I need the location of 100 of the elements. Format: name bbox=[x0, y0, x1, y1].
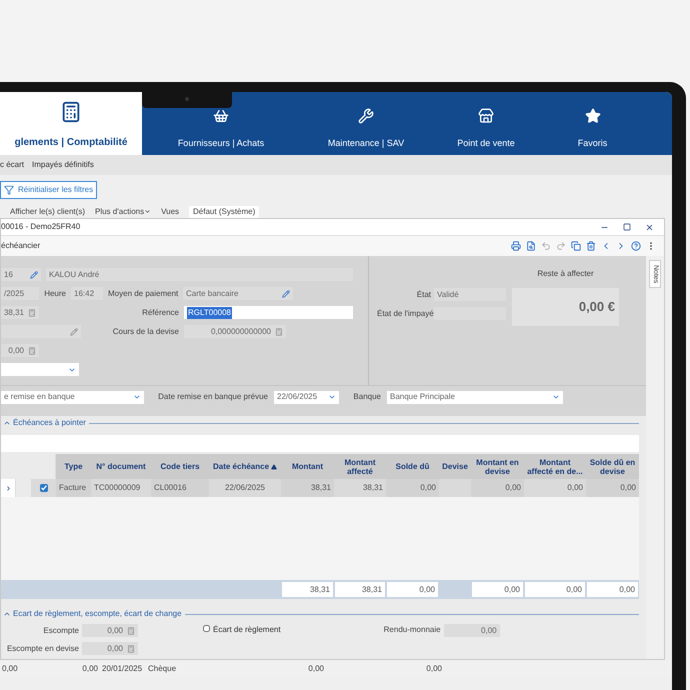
column-header[interactable]: Type bbox=[56, 454, 91, 479]
text-field[interactable]: Banque Principale bbox=[387, 390, 563, 404]
row-checkbox[interactable] bbox=[40, 484, 48, 492]
text-field[interactable]: 0,00 bbox=[444, 624, 500, 637]
text-field[interactable]: /2025 bbox=[1, 287, 39, 300]
toolbar-label: échéancier bbox=[1, 240, 40, 252]
table-cell: 0,00 bbox=[386, 479, 439, 497]
field-label: Référence bbox=[141, 306, 179, 318]
field-label: Heure bbox=[44, 288, 66, 300]
text-field[interactable]: 0,00 bbox=[82, 642, 138, 655]
dropdown-caret-icon[interactable] bbox=[133, 393, 141, 401]
text-field[interactable]: Validé bbox=[434, 288, 506, 301]
table-cell: 0,00 bbox=[471, 479, 524, 497]
list-cell-text: 0,00 bbox=[425, 663, 443, 675]
text-field[interactable]: e remise en banque bbox=[1, 390, 144, 404]
column-header[interactable]: Solde dû bbox=[386, 454, 439, 479]
table-cell: CL00016 bbox=[151, 479, 209, 497]
pencil-icon[interactable] bbox=[70, 328, 78, 336]
field-label: État de l'impayé bbox=[377, 308, 431, 320]
column-header[interactable]: Devise bbox=[439, 454, 471, 479]
calculator-icon[interactable] bbox=[127, 626, 135, 634]
select-field[interactable] bbox=[1, 363, 79, 376]
print-icon[interactable] bbox=[511, 241, 521, 251]
column-header[interactable]: Date échéance bbox=[209, 454, 281, 479]
total-cell: 0,00 bbox=[472, 582, 523, 597]
total-cell: 0,00 bbox=[387, 582, 438, 597]
text-field[interactable]: 0,00 bbox=[82, 624, 138, 637]
list-cell-text: 20/01/2025 bbox=[101, 663, 144, 675]
close-icon[interactable] bbox=[645, 222, 654, 232]
sub-menu-item[interactable]: Impayés définitifs bbox=[32, 159, 94, 171]
calculator-icon[interactable] bbox=[275, 328, 283, 336]
field-label: Escompte bbox=[42, 624, 79, 636]
table-cell: 0,00 bbox=[586, 479, 639, 497]
calculator-icon[interactable] bbox=[127, 644, 135, 652]
pencil-icon[interactable] bbox=[282, 290, 290, 298]
nav-tab[interactable]: glements | Comptabilité bbox=[0, 92, 142, 155]
help-icon[interactable] bbox=[631, 241, 641, 251]
total-cell: 0,00 bbox=[587, 582, 638, 597]
section-header[interactable]: Échéances à pointer bbox=[3, 417, 86, 429]
sub-menu-item[interactable]: c écart bbox=[0, 159, 24, 171]
column-header[interactable]: Montant en devise bbox=[471, 454, 524, 479]
text-field[interactable]: KALOU André bbox=[46, 268, 353, 281]
text-field[interactable]: 16:42 bbox=[71, 287, 103, 300]
section-header[interactable]: Ecart de règlement, escompte, écart de change bbox=[3, 608, 182, 620]
field-label: Rendu-monnaie bbox=[382, 624, 441, 636]
total-cell: 38,31 bbox=[282, 582, 333, 597]
table-cell: 38,31 bbox=[281, 479, 334, 497]
preview-icon[interactable] bbox=[526, 241, 536, 251]
table-cell: 22/06/2025 bbox=[209, 479, 281, 497]
field-label: Cours de la devise bbox=[112, 326, 179, 338]
list-cell-text: 0,00 bbox=[307, 663, 325, 675]
text-field[interactable] bbox=[1, 325, 81, 338]
calculator-icon bbox=[60, 101, 82, 123]
collapse-icon bbox=[3, 419, 11, 427]
table-cell: 0,00 bbox=[524, 479, 586, 497]
field-label: Moyen de paiement bbox=[108, 288, 178, 300]
dropdown-caret-icon[interactable] bbox=[552, 393, 560, 401]
text-field[interactable]: 38,31 bbox=[1, 306, 39, 319]
caret-icon bbox=[144, 208, 152, 215]
text-field[interactable]: RGLT00008 bbox=[184, 306, 353, 319]
table-cell: Facture bbox=[56, 479, 91, 497]
column-header[interactable]: Montant affecté bbox=[334, 454, 386, 479]
remaining-amount: 0,00 € bbox=[512, 288, 619, 326]
text-field[interactable]: Carte bancaire bbox=[183, 287, 293, 300]
column-header[interactable]: N° document bbox=[91, 454, 151, 479]
column-header[interactable]: Montant bbox=[281, 454, 334, 479]
column-header[interactable]: Montant affecté en de... bbox=[524, 454, 586, 479]
list-cell-text: 0,00 bbox=[81, 663, 99, 675]
text-field[interactable]: 0,00 bbox=[1, 344, 39, 357]
maximize-icon[interactable] bbox=[623, 222, 631, 230]
view-select[interactable]: Défaut (Système) bbox=[189, 206, 260, 218]
checkbox[interactable] bbox=[203, 625, 210, 632]
filter-icon bbox=[4, 185, 14, 195]
reset-filters-button[interactable]: Réinitialiser les filtres bbox=[0, 181, 98, 199]
text-field[interactable]: 0,000000000000 bbox=[184, 325, 286, 338]
table-cell: TC00000009 bbox=[91, 479, 151, 497]
calculator-icon[interactable] bbox=[28, 308, 36, 316]
text-field[interactable]: 22/06/2025 bbox=[274, 390, 339, 404]
row-expander-icon[interactable] bbox=[4, 484, 12, 492]
more-actions-menu[interactable]: Plus d'actions bbox=[94, 206, 152, 218]
views-label: Vues bbox=[161, 206, 180, 218]
copy-icon[interactable] bbox=[571, 241, 581, 251]
field-label: État bbox=[416, 288, 431, 300]
dropdown-caret-icon[interactable] bbox=[328, 393, 336, 401]
field-label: Banque bbox=[352, 391, 381, 403]
calculator-icon[interactable] bbox=[28, 346, 36, 354]
show-clients-link[interactable]: Afficher le(s) client(s) bbox=[10, 206, 85, 218]
pencil-icon[interactable] bbox=[30, 270, 38, 278]
field-label: Date remise en banque prévue bbox=[157, 391, 268, 403]
checkbox-label: Écart de règlement bbox=[213, 624, 281, 636]
total-cell: 38,31 bbox=[335, 582, 385, 597]
table-cell: 38,31 bbox=[334, 479, 386, 497]
column-header[interactable]: Code tiers bbox=[151, 454, 209, 479]
dialog-title: 00016 - Demo25FR40 bbox=[1, 221, 80, 233]
list-cell-text: 0,00 bbox=[1, 663, 19, 675]
column-header[interactable]: Solde dû en devise bbox=[586, 454, 639, 479]
collapse-icon bbox=[3, 610, 11, 618]
field-label: Escompte en devise bbox=[6, 642, 79, 654]
text-field[interactable]: 16 bbox=[1, 268, 41, 281]
trash-icon[interactable] bbox=[586, 241, 596, 251]
